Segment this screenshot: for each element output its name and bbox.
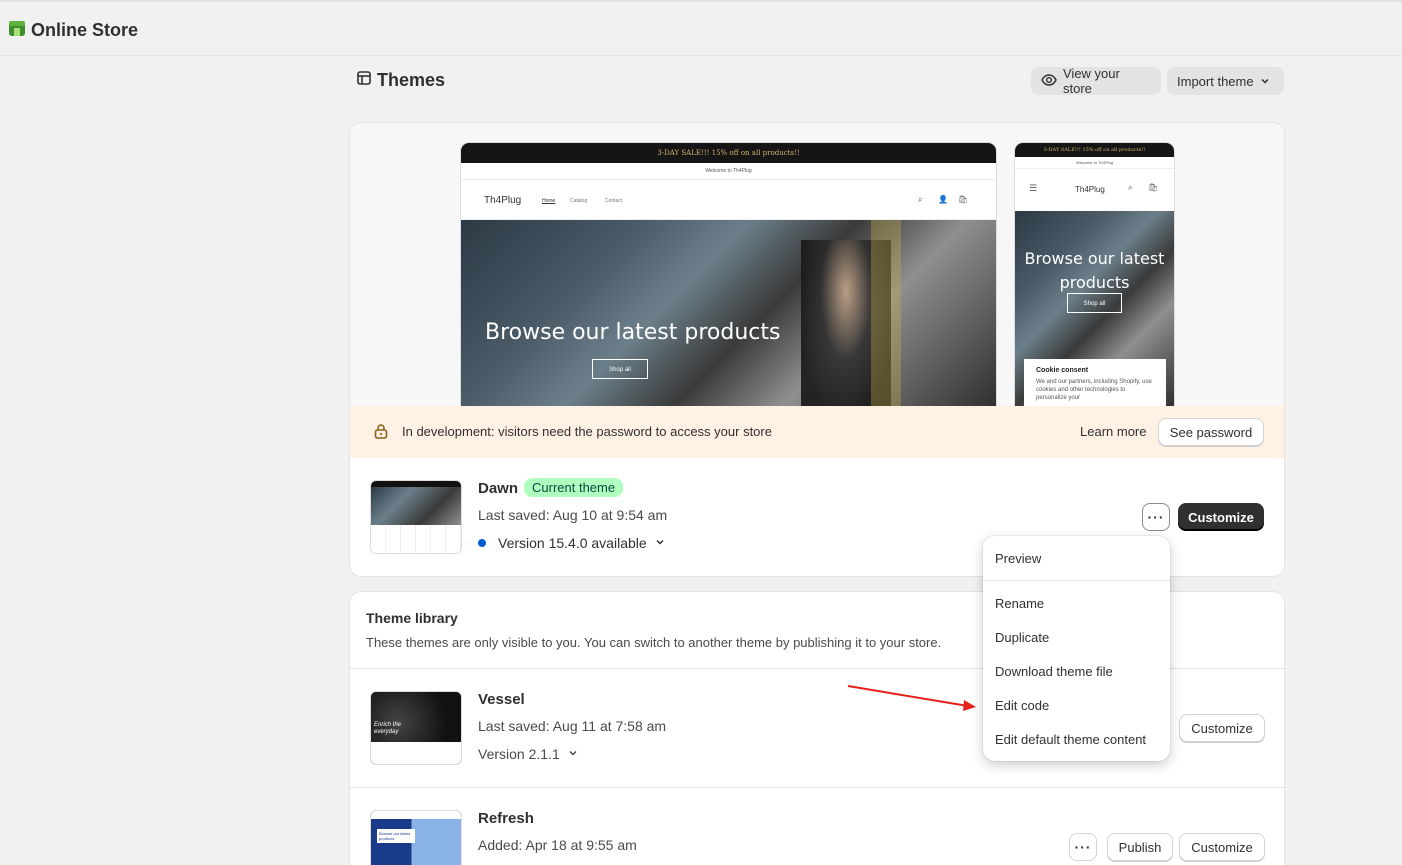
- cookie-text: We and our partners, including Shopify, …: [1036, 379, 1152, 401]
- version-text: Version 15.4.0 available: [498, 535, 647, 551]
- more-horizontal-icon: ···: [1147, 509, 1165, 525]
- divider: [350, 787, 1284, 788]
- learn-more-link[interactable]: Learn more: [1080, 424, 1146, 439]
- mobile-store-name: Th4Plug: [1075, 185, 1105, 194]
- menu-item-edit-default-theme-content[interactable]: Edit default theme content: [995, 732, 1146, 747]
- shop-all-button: Shop all: [592, 359, 648, 379]
- welcome-bar: Welcome to Th4Plug: [461, 163, 996, 180]
- app-title: Online Store: [8, 19, 138, 42]
- menu-item-edit-code[interactable]: Edit code: [995, 698, 1049, 713]
- mobile-store-header: ☰ Th4Plug ⌕ 🛍: [1015, 169, 1174, 211]
- refresh-thumb-text: Browse our latest products: [377, 829, 415, 843]
- app-title-text: Online Store: [31, 20, 139, 40]
- announcement-bar: 3-DAY SALE!!! 15% off on all products!!: [461, 143, 996, 163]
- library-title: Theme library: [366, 610, 458, 626]
- refresh-thumbnail: Browse our latest products: [370, 810, 462, 865]
- refresh-customize-button[interactable]: Customize: [1179, 833, 1265, 861]
- development-banner: In development: visitors need the passwo…: [350, 406, 1284, 458]
- banner-text: In development: visitors need the passwo…: [402, 424, 772, 439]
- see-password-button[interactable]: See password: [1158, 418, 1264, 446]
- page-header: Themes: [357, 70, 445, 91]
- eye-icon: [1041, 72, 1057, 91]
- menu-icon: ☰: [1029, 183, 1038, 193]
- mobile-hero-image: Browse our latest products Shop all Cook…: [1015, 211, 1174, 409]
- chevron-down-icon: [655, 534, 665, 552]
- mobile-hero-line-2: products: [1059, 273, 1130, 292]
- vessel-customize-button[interactable]: Customize: [1179, 714, 1265, 742]
- vessel-theme-name: Vessel: [478, 691, 525, 708]
- current-theme-card: 3-DAY SALE!!! 15% off on all products!! …: [349, 122, 1285, 577]
- dawn-thumbnail: [370, 480, 462, 554]
- view-store-button[interactable]: View your store: [1031, 66, 1161, 96]
- page-title: Themes: [377, 70, 446, 90]
- mobile-hero-line-1: Browse our latest: [1024, 249, 1165, 268]
- mobile-search-icon: ⌕: [1128, 183, 1133, 192]
- mobile-welcome-bar: Welcome to Th4Plug: [1015, 157, 1174, 169]
- refresh-publish-button[interactable]: Publish: [1107, 833, 1173, 861]
- menu-item-preview[interactable]: Preview: [995, 551, 1041, 566]
- current-theme-name: Dawn: [478, 480, 519, 497]
- search-icon: ⌕: [918, 195, 923, 204]
- mobile-hero-title: Browse our latest products: [1015, 247, 1174, 295]
- nav-home: Home: [542, 198, 556, 204]
- mobile-shop-all-button: Shop all: [1067, 293, 1122, 313]
- vessel-thumb-text: Enrich the everyday: [374, 722, 402, 735]
- chevron-down-icon: [568, 745, 578, 763]
- import-theme-button[interactable]: Import theme: [1167, 67, 1284, 95]
- more-horizontal-icon: ···: [1074, 839, 1092, 855]
- menu-item-rename[interactable]: Rename: [995, 596, 1044, 611]
- vessel-version-dropdown[interactable]: Version 2.1.1: [478, 745, 578, 763]
- refresh-theme-name: Refresh: [478, 810, 534, 827]
- nav-contact: Contact: [605, 198, 623, 204]
- top-bar: Online Store: [0, 0, 1402, 56]
- vessel-last-saved: Last saved: Aug 11 at 7:58 am: [478, 718, 667, 734]
- more-actions-button[interactable]: ···: [1142, 503, 1170, 531]
- desktop-preview[interactable]: 3-DAY SALE!!! 15% off on all products!! …: [461, 143, 996, 409]
- library-description: These themes are only visible to you. Yo…: [366, 635, 942, 650]
- mobile-cart-icon: 🛍: [1148, 183, 1159, 192]
- current-theme-badge: Current theme: [524, 478, 624, 497]
- theme-actions-menu: Preview Rename Duplicate Download theme …: [983, 536, 1170, 761]
- mobile-announcement-bar: 3-DAY SALE!!! 15% off on all products!!: [1015, 143, 1174, 157]
- menu-item-duplicate[interactable]: Duplicate: [995, 630, 1049, 645]
- nav-catalog: Catalog: [570, 198, 588, 204]
- vessel-thumbnail: Enrich the everyday: [370, 691, 462, 765]
- vessel-version-text: Version 2.1.1: [478, 746, 560, 762]
- import-theme-label: Import theme: [1177, 73, 1254, 89]
- account-icon: 👤: [938, 195, 948, 204]
- cookie-consent-popup: Cookie consent We and our partners, incl…: [1024, 359, 1166, 409]
- refresh-added: Added: Apr 18 at 9:55 am: [478, 837, 637, 853]
- mobile-preview[interactable]: 3-DAY SALE!!! 15% off on all products!! …: [1015, 143, 1174, 409]
- cart-icon: 🛍: [958, 195, 969, 204]
- version-dropdown[interactable]: Version 15.4.0 available: [478, 534, 665, 552]
- hero-image: Browse our latest products Shop all: [461, 220, 996, 409]
- update-dot-icon: [478, 539, 486, 547]
- hero-title: Browse our latest products: [485, 320, 781, 345]
- menu-item-download-theme-file[interactable]: Download theme file: [995, 664, 1113, 679]
- lock-icon: [374, 423, 388, 444]
- store-name: Th4Plug: [484, 195, 522, 206]
- theme-preview-area: 3-DAY SALE!!! 15% off on all products!! …: [350, 123, 1284, 409]
- store-header: Th4Plug Home Catalog Contact ⌕ 👤 🛍: [461, 180, 996, 220]
- menu-divider: [983, 580, 1170, 581]
- customize-current-button[interactable]: Customize: [1178, 503, 1264, 531]
- online-store-icon: [8, 19, 26, 42]
- annotation-arrow-icon: [847, 685, 976, 711]
- refresh-more-actions-button[interactable]: ···: [1069, 833, 1097, 861]
- chevron-down-icon: [1260, 74, 1270, 89]
- current-theme-last-saved: Last saved: Aug 10 at 9:54 am: [478, 507, 668, 523]
- view-store-label: View your store: [1063, 66, 1120, 96]
- cookie-title: Cookie consent: [1036, 367, 1089, 374]
- themes-icon: [357, 71, 371, 90]
